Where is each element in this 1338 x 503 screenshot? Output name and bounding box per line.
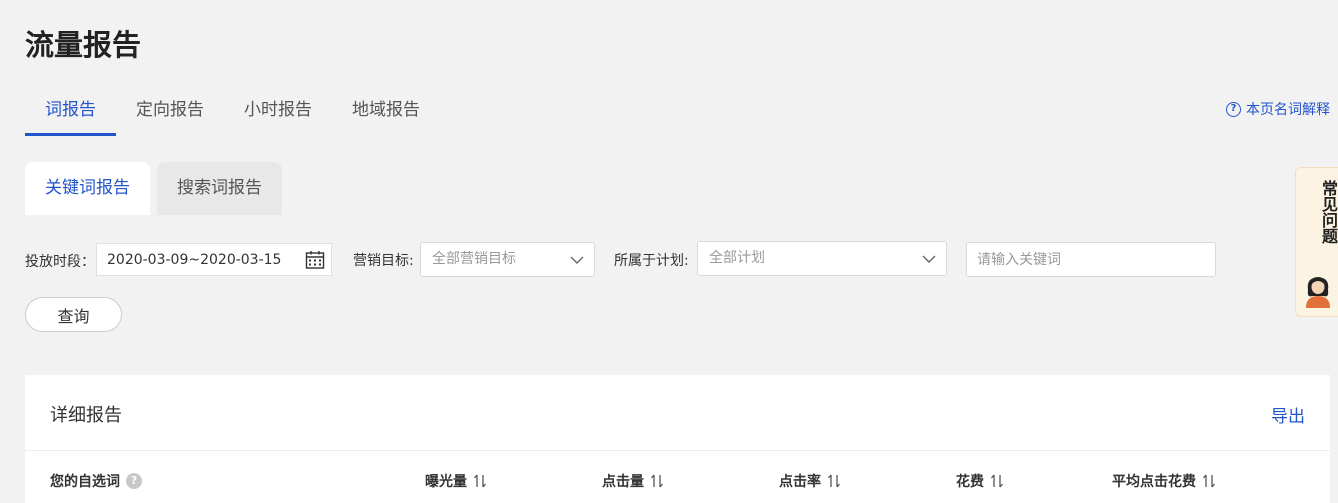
- column-header-label: 您的自选词: [50, 474, 120, 490]
- help-circle-icon: ?: [1226, 101, 1241, 117]
- faq-label: 常见问题: [1319, 180, 1338, 244]
- sort-icon[interactable]: [1202, 474, 1216, 488]
- period-label: 投放时段：: [25, 254, 95, 270]
- date-range-value: 2020-03-09~2020-03-15: [107, 252, 282, 268]
- query-button[interactable]: 查询: [25, 297, 122, 332]
- chevron-down-icon: [570, 256, 584, 264]
- column-header-cost[interactable]: 花费: [956, 471, 1004, 491]
- plan-label: 所属于计划:: [614, 253, 689, 269]
- sort-icon[interactable]: [473, 474, 487, 488]
- avatar: [1306, 277, 1330, 308]
- glossary-link[interactable]: ? 本页名词解释: [1226, 99, 1330, 119]
- column-header-clicks[interactable]: 点击量: [602, 471, 664, 491]
- tab-targeting-report[interactable]: 定向报告: [136, 96, 204, 136]
- question-icon[interactable]: ?: [126, 473, 142, 489]
- plan-select[interactable]: 全部计划: [697, 241, 947, 276]
- tab-region-report[interactable]: 地域报告: [352, 96, 420, 136]
- chevron-down-icon: [922, 255, 936, 263]
- marketing-goal-placeholder: 全部营销目标: [432, 251, 516, 267]
- column-header-label: 点击率: [779, 474, 821, 490]
- marketing-goal-select[interactable]: 全部营销目标: [420, 242, 595, 277]
- export-button[interactable]: 导出: [1271, 402, 1305, 427]
- column-header-label: 点击量: [602, 474, 644, 490]
- subtab-search-term-report[interactable]: 搜索词报告: [157, 162, 282, 215]
- calendar-icon: [305, 251, 325, 269]
- marketing-goal-label: 营销目标:: [353, 253, 414, 269]
- report-subtabs: 关键词报告 搜索词报告: [25, 162, 282, 215]
- glossary-link-label: 本页名词解释: [1246, 102, 1330, 118]
- column-header-impressions[interactable]: 曝光量: [425, 471, 487, 491]
- subtab-keyword-report[interactable]: 关键词报告: [25, 162, 150, 215]
- faq-widget[interactable]: 常见问题: [1295, 167, 1338, 317]
- column-header-label: 花费: [956, 474, 984, 490]
- tab-hourly-report[interactable]: 小时报告: [244, 96, 312, 136]
- tab-word-report[interactable]: 词报告: [25, 96, 116, 136]
- plan-placeholder: 全部计划: [709, 250, 765, 266]
- report-tabs: 词报告 定向报告 小时报告 地域报告: [25, 96, 460, 136]
- column-header-label: 平均点击花费: [1112, 474, 1196, 490]
- date-range-picker[interactable]: 2020-03-09~2020-03-15: [96, 243, 332, 276]
- sort-icon[interactable]: [827, 474, 841, 488]
- keyword-search-input[interactable]: [966, 242, 1216, 277]
- page-title: 流量报告: [25, 28, 142, 62]
- divider: [25, 450, 1330, 451]
- detail-report-panel: 详细报告 导出 您的自选词 ? 曝光量 点击量 点击率 花费 平均点击花费: [25, 375, 1330, 503]
- sort-icon[interactable]: [990, 474, 1004, 488]
- column-header-avg-cpc[interactable]: 平均点击花费: [1112, 471, 1216, 491]
- column-header-ctr[interactable]: 点击率: [779, 471, 841, 491]
- column-header-keyword: 您的自选词 ?: [50, 471, 142, 491]
- panel-title: 详细报告: [50, 405, 122, 426]
- column-header-label: 曝光量: [425, 474, 467, 490]
- sort-icon[interactable]: [650, 474, 664, 488]
